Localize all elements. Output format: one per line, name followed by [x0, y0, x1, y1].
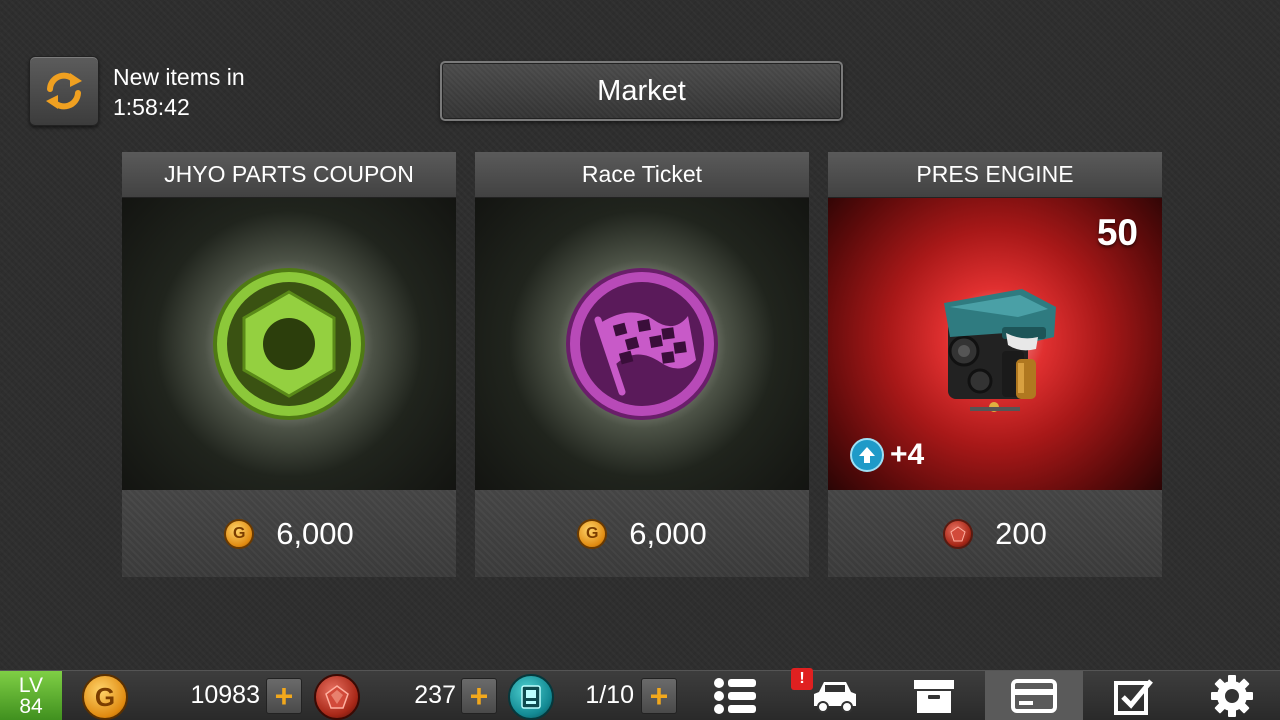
- card-art: 50 +4: [828, 198, 1162, 490]
- card-price[interactable]: 200: [828, 490, 1162, 577]
- card-title: Race Ticket: [475, 152, 809, 198]
- refresh-label: New items in: [113, 64, 245, 90]
- checkered-flag-icon: [566, 268, 718, 420]
- page-title-text: Market: [597, 74, 686, 107]
- engine-icon: [944, 289, 1056, 412]
- car-icon: [814, 682, 856, 713]
- gem-icon: [314, 674, 360, 720]
- upgrade-arrow-icon: [850, 438, 884, 472]
- card-price[interactable]: G 6,000: [475, 490, 809, 577]
- gold-amount: 10983: [190, 681, 260, 709]
- gold-coin-icon: G: [82, 674, 128, 720]
- price-value: 200: [995, 515, 1047, 551]
- nav-settings-button[interactable]: [1183, 671, 1280, 720]
- nav-menu-button[interactable]: [687, 671, 785, 720]
- add-gems-button[interactable]: +: [461, 678, 497, 714]
- item-quantity: 50: [1096, 212, 1138, 253]
- card-art: [475, 198, 809, 490]
- bottom-hud: LV 84 G 10983 + 237 + 1/10 +: [0, 670, 1280, 720]
- refresh-countdown: New items in 1:58:42: [113, 62, 313, 122]
- upgrade-value: +4: [890, 438, 925, 471]
- level-label: LV: [18, 674, 44, 697]
- checkbox-icon: [1114, 679, 1153, 715]
- gold-coin-icon: G: [224, 518, 255, 549]
- race-ticket-icon: [508, 674, 554, 720]
- page-title: Market: [440, 61, 843, 121]
- player-level: LV 84: [0, 671, 62, 720]
- list-icon: [714, 678, 756, 714]
- price-value: 6,000: [276, 515, 354, 551]
- price-value: 6,000: [629, 515, 707, 551]
- hex-nut-icon: [213, 268, 365, 420]
- card-price[interactable]: G 6,000: [122, 490, 456, 577]
- market-item-card-3[interactable]: PRES ENGINE 50 +4 200: [828, 152, 1162, 577]
- card-icon: [1011, 679, 1057, 713]
- card-art: [122, 198, 456, 490]
- storage-box-icon: [914, 680, 954, 713]
- gem-icon: [943, 518, 974, 549]
- nav-inventory-button[interactable]: [885, 671, 983, 720]
- add-tickets-button[interactable]: +: [641, 678, 677, 714]
- gear-icon: [1211, 675, 1253, 717]
- garage-alert-badge: !: [791, 668, 813, 690]
- market-item-card-1[interactable]: JHYO PARTS COUPON G 6,000: [122, 152, 456, 577]
- add-gold-button[interactable]: +: [266, 678, 302, 714]
- refresh-icon: [46, 72, 82, 110]
- card-title: PRES ENGINE: [828, 152, 1162, 198]
- market-item-card-2[interactable]: Race Ticket G 6,000: [475, 152, 809, 577]
- nav-market-button[interactable]: [985, 671, 1083, 720]
- ticket-amount: 1/10: [585, 681, 634, 709]
- refresh-button[interactable]: [29, 56, 99, 126]
- upgrade-badge: +4: [850, 438, 924, 472]
- gold-coin-icon: G: [577, 518, 608, 549]
- level-value: 84: [19, 695, 43, 718]
- gem-amount: 237: [414, 681, 456, 709]
- card-title: JHYO PARTS COUPON: [122, 152, 456, 198]
- refresh-timer: 1:58:42: [113, 94, 190, 120]
- nav-missions-button[interactable]: [1085, 671, 1183, 720]
